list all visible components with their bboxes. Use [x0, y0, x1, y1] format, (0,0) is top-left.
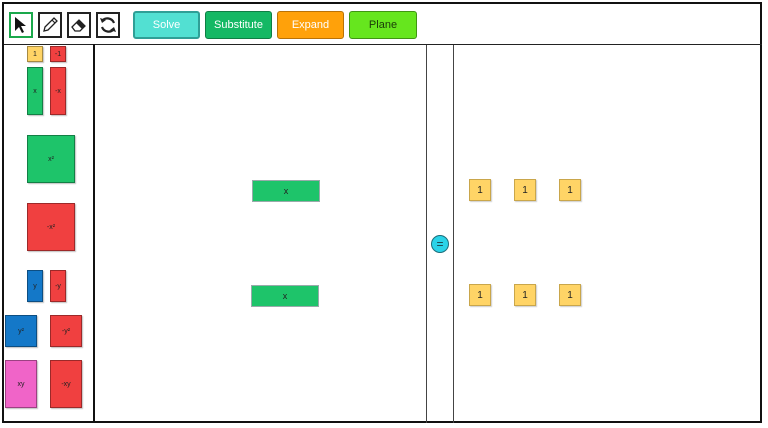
right-divider [453, 45, 454, 423]
tile-one[interactable]: 1 [27, 46, 43, 62]
expand-button[interactable]: Expand [277, 11, 344, 39]
left-x-tile-1[interactable]: x [252, 180, 320, 202]
tile-neg-x[interactable]: -x [50, 67, 66, 115]
arrow-pointer-icon [15, 17, 26, 33]
left-divider [426, 45, 427, 423]
pencil-icon [43, 17, 58, 32]
substitute-button[interactable]: Substitute [205, 11, 272, 39]
reset-tool[interactable] [96, 12, 120, 38]
eraser-icon [71, 19, 86, 32]
left-x-tile-2[interactable]: x [251, 285, 319, 307]
tile-x[interactable]: x [27, 67, 43, 115]
eraser-tool[interactable] [67, 12, 91, 38]
tile-neg-one[interactable]: -1 [50, 46, 66, 62]
tile-palette: 1 -1 x -x x² -x² y -y y² -y² xy -xy [4, 44, 95, 423]
tile-y[interactable]: y [27, 270, 43, 302]
refresh-icon [100, 17, 116, 33]
tile-neg-y-squared[interactable]: -y² [50, 315, 82, 347]
right-one-tile[interactable]: 1 [559, 284, 581, 306]
right-one-tile[interactable]: 1 [514, 284, 536, 306]
solve-button[interactable]: Solve [133, 11, 200, 39]
tile-y-squared[interactable]: y² [5, 315, 37, 347]
tile-x-squared[interactable]: x² [27, 135, 75, 183]
pencil-tool[interactable] [38, 12, 62, 38]
select-tool[interactable] [9, 12, 33, 38]
right-one-tile[interactable]: 1 [514, 179, 536, 201]
tile-neg-y[interactable]: -y [50, 270, 66, 302]
plane-button[interactable]: Plane [349, 11, 417, 39]
equals-sign[interactable]: = [431, 235, 449, 253]
toolbar: Solve Substitute Expand Plane [4, 4, 762, 45]
right-one-tile[interactable]: 1 [469, 179, 491, 201]
right-one-tile[interactable]: 1 [559, 179, 581, 201]
equation-workspace[interactable]: = x x 1 1 1 1 1 1 [95, 45, 761, 423]
tile-neg-xy[interactable]: -xy [50, 360, 82, 408]
tile-xy[interactable]: xy [5, 360, 37, 408]
tile-neg-x-squared[interactable]: -x² [27, 203, 75, 251]
right-one-tile[interactable]: 1 [469, 284, 491, 306]
